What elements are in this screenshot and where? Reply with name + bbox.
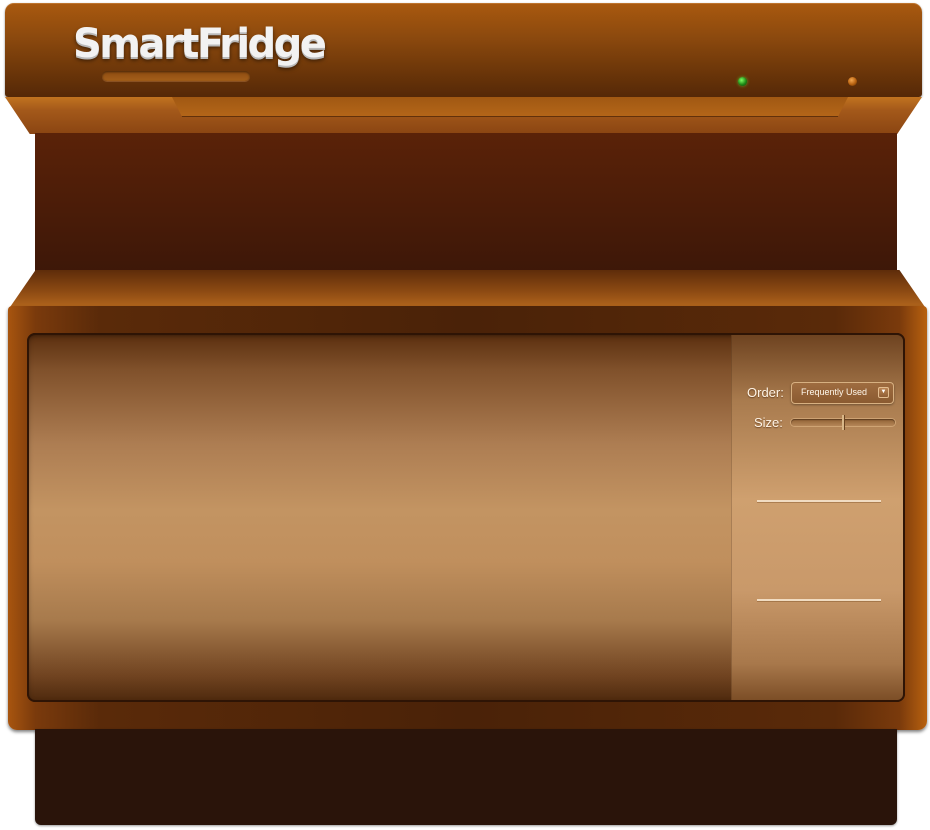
orange-status-led [848, 77, 857, 86]
order-label: Order: [747, 385, 784, 400]
logo-plate [102, 71, 250, 81]
size-slider[interactable] [791, 415, 895, 430]
order-select-value: Frequently Used [801, 387, 868, 397]
panel-divider [757, 599, 881, 601]
header-slot [172, 97, 848, 117]
panel-divider [757, 500, 881, 502]
shelf-ledge [8, 270, 927, 310]
app-header: SmartFridge [5, 3, 922, 97]
chevron-down-icon: ▼ [878, 387, 889, 398]
size-slider-thumb[interactable] [842, 415, 844, 430]
order-select[interactable]: Frequently Used ▼ [791, 382, 894, 404]
app-logo: SmartFridge [73, 21, 327, 67]
control-panel: Order: Frequently Used ▼ Size: [731, 335, 903, 700]
base-drawer [35, 729, 897, 825]
green-status-led [738, 77, 747, 86]
items-display: Order: Frequently Used ▼ Size: [27, 333, 905, 702]
size-label: Size: [754, 415, 783, 430]
upper-shelf [35, 133, 897, 273]
